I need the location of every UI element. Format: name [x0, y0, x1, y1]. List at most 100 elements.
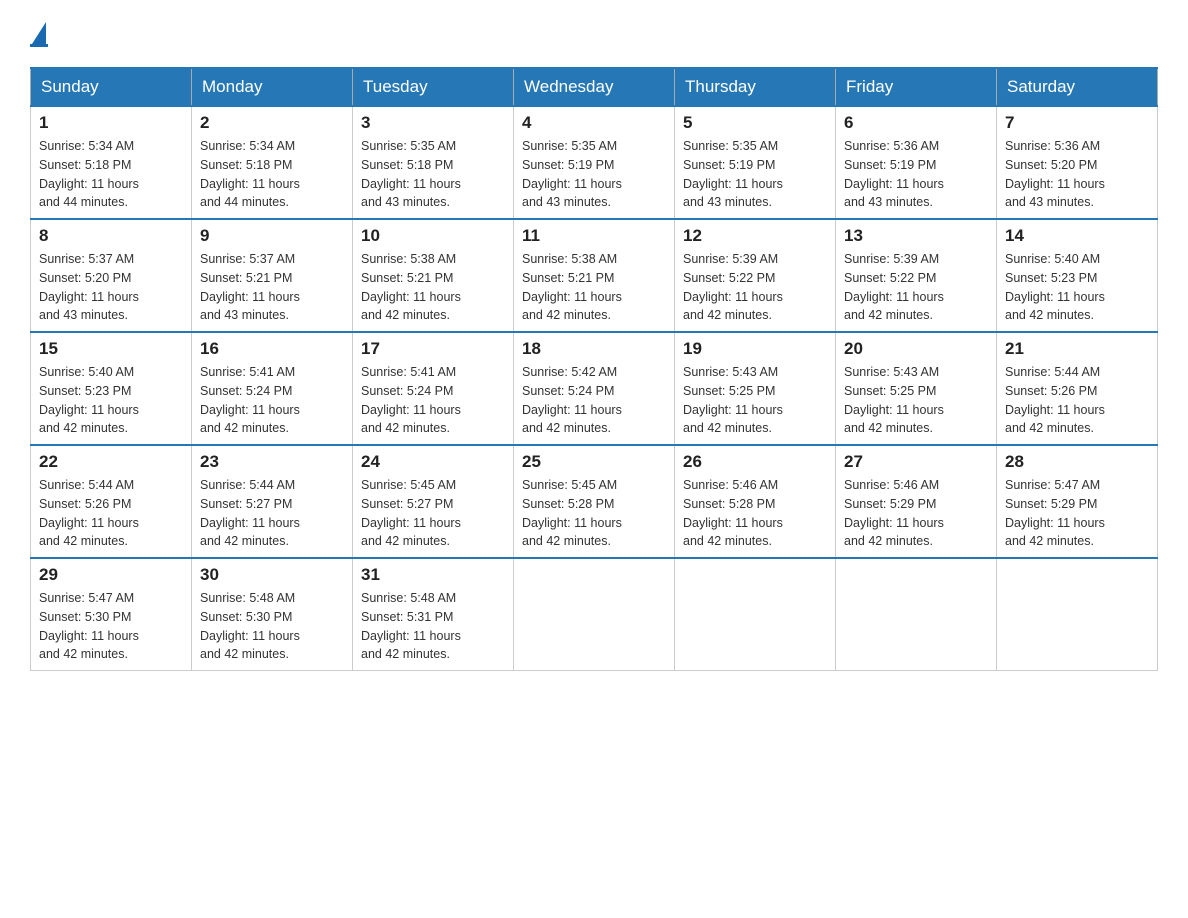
- day-number: 8: [39, 226, 183, 246]
- day-number: 30: [200, 565, 344, 585]
- weekday-header-saturday: Saturday: [997, 68, 1158, 106]
- day-info: Sunrise: 5:36 AMSunset: 5:19 PMDaylight:…: [844, 137, 988, 212]
- calendar-cell: 1 Sunrise: 5:34 AMSunset: 5:18 PMDaylight…: [31, 106, 192, 219]
- day-number: 4: [522, 113, 666, 133]
- day-number: 24: [361, 452, 505, 472]
- calendar-cell: 29Sunrise: 5:47 AMSunset: 5:30 PMDayligh…: [31, 558, 192, 671]
- calendar-cell: 10 Sunrise: 5:38 AMSunset: 5:21 PMDayligh…: [353, 219, 514, 332]
- calendar-cell: 12Sunrise: 5:39 AMSunset: 5:22 PMDayligh…: [675, 219, 836, 332]
- day-info: Sunrise: 5:35 AMSunset: 5:18 PMDaylight:…: [361, 137, 505, 212]
- weekday-header-monday: Monday: [192, 68, 353, 106]
- calendar-cell: 20 Sunrise: 5:43 AMSunset: 5:25 PMDayligh…: [836, 332, 997, 445]
- day-number: 22: [39, 452, 183, 472]
- day-info: Sunrise: 5:45 AMSunset: 5:28 PMDaylight:…: [522, 476, 666, 551]
- day-number: 27: [844, 452, 988, 472]
- day-number: 13: [844, 226, 988, 246]
- day-number: 11: [522, 226, 666, 246]
- calendar-cell: 4 Sunrise: 5:35 AMSunset: 5:19 PMDaylight…: [514, 106, 675, 219]
- weekday-header-thursday: Thursday: [675, 68, 836, 106]
- day-info: Sunrise: 5:38 AMSunset: 5:21 PMDaylight:…: [361, 250, 505, 325]
- day-info: Sunrise: 5:35 AMSunset: 5:19 PMDaylight:…: [522, 137, 666, 212]
- day-number: 6: [844, 113, 988, 133]
- calendar-cell: 13 Sunrise: 5:39 AMSunset: 5:22 PMDayligh…: [836, 219, 997, 332]
- calendar-cell: 21Sunrise: 5:44 AMSunset: 5:26 PMDayligh…: [997, 332, 1158, 445]
- calendar-cell: 23Sunrise: 5:44 AMSunset: 5:27 PMDayligh…: [192, 445, 353, 558]
- day-info: Sunrise: 5:43 AMSunset: 5:25 PMDaylight:…: [683, 363, 827, 438]
- calendar-cell: 6 Sunrise: 5:36 AMSunset: 5:19 PMDaylight…: [836, 106, 997, 219]
- day-number: 31: [361, 565, 505, 585]
- day-info: Sunrise: 5:39 AMSunset: 5:22 PMDaylight:…: [844, 250, 988, 325]
- day-number: 3: [361, 113, 505, 133]
- logo-triangle-icon: [32, 22, 46, 44]
- weekday-header-sunday: Sunday: [31, 68, 192, 106]
- day-info: Sunrise: 5:36 AMSunset: 5:20 PMDaylight:…: [1005, 137, 1149, 212]
- day-number: 26: [683, 452, 827, 472]
- day-info: Sunrise: 5:48 AMSunset: 5:30 PMDaylight:…: [200, 589, 344, 664]
- calendar-cell: 3 Sunrise: 5:35 AMSunset: 5:18 PMDaylight…: [353, 106, 514, 219]
- day-number: 29: [39, 565, 183, 585]
- day-number: 18: [522, 339, 666, 359]
- logo-underline: [30, 44, 48, 47]
- day-number: 28: [1005, 452, 1149, 472]
- day-number: 15: [39, 339, 183, 359]
- calendar-cell: 9 Sunrise: 5:37 AMSunset: 5:21 PMDaylight…: [192, 219, 353, 332]
- calendar-cell: 24 Sunrise: 5:45 AMSunset: 5:27 PMDayligh…: [353, 445, 514, 558]
- calendar-cell: 8Sunrise: 5:37 AMSunset: 5:20 PMDaylight…: [31, 219, 192, 332]
- day-number: 9: [200, 226, 344, 246]
- calendar-cell: 19 Sunrise: 5:43 AMSunset: 5:25 PMDayligh…: [675, 332, 836, 445]
- day-info: Sunrise: 5:47 AMSunset: 5:29 PMDaylight:…: [1005, 476, 1149, 551]
- day-number: 16: [200, 339, 344, 359]
- day-info: Sunrise: 5:44 AMSunset: 5:26 PMDaylight:…: [39, 476, 183, 551]
- day-info: Sunrise: 5:39 AMSunset: 5:22 PMDaylight:…: [683, 250, 827, 325]
- calendar-week-1: 1 Sunrise: 5:34 AMSunset: 5:18 PMDaylight…: [31, 106, 1158, 219]
- calendar-week-5: 29Sunrise: 5:47 AMSunset: 5:30 PMDayligh…: [31, 558, 1158, 671]
- calendar-cell: 11 Sunrise: 5:38 AMSunset: 5:21 PMDayligh…: [514, 219, 675, 332]
- day-info: Sunrise: 5:40 AMSunset: 5:23 PMDaylight:…: [39, 363, 183, 438]
- calendar-cell: 15 Sunrise: 5:40 AMSunset: 5:23 PMDayligh…: [31, 332, 192, 445]
- day-number: 10: [361, 226, 505, 246]
- day-number: 14: [1005, 226, 1149, 246]
- day-number: 20: [844, 339, 988, 359]
- day-info: Sunrise: 5:34 AMSunset: 5:18 PMDaylight:…: [39, 137, 183, 212]
- day-number: 2: [200, 113, 344, 133]
- day-number: 5: [683, 113, 827, 133]
- day-info: Sunrise: 5:44 AMSunset: 5:27 PMDaylight:…: [200, 476, 344, 551]
- day-number: 25: [522, 452, 666, 472]
- day-info: Sunrise: 5:43 AMSunset: 5:25 PMDaylight:…: [844, 363, 988, 438]
- weekday-header-friday: Friday: [836, 68, 997, 106]
- day-number: 17: [361, 339, 505, 359]
- calendar-cell: [514, 558, 675, 671]
- day-info: Sunrise: 5:46 AMSunset: 5:29 PMDaylight:…: [844, 476, 988, 551]
- calendar-cell: 17 Sunrise: 5:41 AMSunset: 5:24 PMDayligh…: [353, 332, 514, 445]
- day-info: Sunrise: 5:45 AMSunset: 5:27 PMDaylight:…: [361, 476, 505, 551]
- calendar-cell: 14 Sunrise: 5:40 AMSunset: 5:23 PMDayligh…: [997, 219, 1158, 332]
- calendar-week-4: 22 Sunrise: 5:44 AMSunset: 5:26 PMDayligh…: [31, 445, 1158, 558]
- calendar-table: SundayMondayTuesdayWednesdayThursdayFrid…: [30, 67, 1158, 671]
- calendar-header-row: SundayMondayTuesdayWednesdayThursdayFrid…: [31, 68, 1158, 106]
- calendar-week-3: 15 Sunrise: 5:40 AMSunset: 5:23 PMDayligh…: [31, 332, 1158, 445]
- day-info: Sunrise: 5:41 AMSunset: 5:24 PMDaylight:…: [361, 363, 505, 438]
- calendar-week-2: 8Sunrise: 5:37 AMSunset: 5:20 PMDaylight…: [31, 219, 1158, 332]
- day-info: Sunrise: 5:37 AMSunset: 5:21 PMDaylight:…: [200, 250, 344, 325]
- calendar-cell: [836, 558, 997, 671]
- day-info: Sunrise: 5:42 AMSunset: 5:24 PMDaylight:…: [522, 363, 666, 438]
- day-info: Sunrise: 5:38 AMSunset: 5:21 PMDaylight:…: [522, 250, 666, 325]
- calendar-cell: 16 Sunrise: 5:41 AMSunset: 5:24 PMDayligh…: [192, 332, 353, 445]
- calendar-cell: 5 Sunrise: 5:35 AMSunset: 5:19 PMDaylight…: [675, 106, 836, 219]
- day-info: Sunrise: 5:46 AMSunset: 5:28 PMDaylight:…: [683, 476, 827, 551]
- calendar-cell: 18 Sunrise: 5:42 AMSunset: 5:24 PMDayligh…: [514, 332, 675, 445]
- day-number: 19: [683, 339, 827, 359]
- logo: [30, 20, 48, 47]
- page-header: [30, 20, 1158, 47]
- calendar-cell: 27 Sunrise: 5:46 AMSunset: 5:29 PMDayligh…: [836, 445, 997, 558]
- calendar-cell: 25 Sunrise: 5:45 AMSunset: 5:28 PMDayligh…: [514, 445, 675, 558]
- day-number: 21: [1005, 339, 1149, 359]
- calendar-cell: [675, 558, 836, 671]
- logo-text: [30, 20, 48, 42]
- day-info: Sunrise: 5:40 AMSunset: 5:23 PMDaylight:…: [1005, 250, 1149, 325]
- calendar-cell: 30 Sunrise: 5:48 AMSunset: 5:30 PMDayligh…: [192, 558, 353, 671]
- day-number: 1: [39, 113, 183, 133]
- calendar-cell: 31Sunrise: 5:48 AMSunset: 5:31 PMDayligh…: [353, 558, 514, 671]
- day-info: Sunrise: 5:35 AMSunset: 5:19 PMDaylight:…: [683, 137, 827, 212]
- day-info: Sunrise: 5:41 AMSunset: 5:24 PMDaylight:…: [200, 363, 344, 438]
